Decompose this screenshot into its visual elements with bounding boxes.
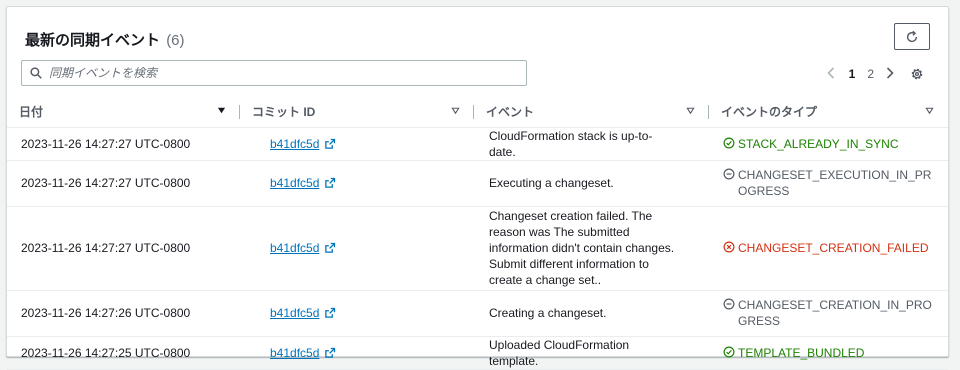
external-link-icon <box>325 307 336 318</box>
column-label-event: イベント <box>486 105 535 120</box>
external-link-icon <box>325 177 336 188</box>
status-text: CHANGESET_CREATION_FAILED <box>738 241 929 255</box>
row-date: 2023-11-26 14:27:27 UTC-0800 <box>7 160 240 207</box>
external-link-icon <box>325 242 336 253</box>
column-header-date[interactable]: 日付 <box>7 97 240 128</box>
column-header-type[interactable]: イベントのタイプ <box>709 97 948 128</box>
commit-link[interactable]: b41dfc5d <box>270 175 336 191</box>
search-icon <box>30 67 42 79</box>
sort-desc-icon[interactable] <box>217 106 226 115</box>
row-date: 2023-11-26 14:27:26 UTC-0800 <box>7 290 240 337</box>
table-header-row: 日付 コミット ID イベント イベントのタイプ <box>7 97 948 128</box>
panel-title: 最新の同期イベント (6) <box>25 29 185 50</box>
status-text: CHANGESET_CREATION_IN_PROGRESS <box>738 298 932 328</box>
table-row: 2023-11-26 14:27:27 UTC-0800 b41dfc5d Chan… <box>7 206 948 291</box>
page-2[interactable]: 2 <box>867 67 874 81</box>
pagination: 1 2 <box>826 64 924 84</box>
row-event-type-cell: CHANGESET_CREATION_IN_PROGRESS <box>709 290 948 337</box>
status-badge: CHANGESET_CREATION_FAILED <box>723 240 932 256</box>
row-event: CloudFormation stack is up-to-date. <box>474 127 709 161</box>
row-date: 2023-11-26 14:27:25 UTC-0800 <box>7 336 240 370</box>
status-badge: CHANGESET_CREATION_IN_PROGRESS <box>723 297 932 329</box>
commit-id: b41dfc5d <box>270 176 320 190</box>
page-1[interactable]: 1 <box>849 67 856 81</box>
panel-header: 最新の同期イベント (6) <box>21 21 934 55</box>
table-row: 2023-11-26 14:27:27 UTC-0800 b41dfc5d Clou… <box>7 127 948 161</box>
commit-id: b41dfc5d <box>270 241 320 255</box>
sync-events-panel: 最新の同期イベント (6) 1 2 <box>6 6 949 370</box>
status-text: CHANGESET_EXECUTION_IN_PROGRESS <box>738 168 932 198</box>
column-label-type: イベントのタイプ <box>721 105 818 120</box>
pending-circle-icon <box>723 168 735 180</box>
column-label-date: 日付 <box>19 105 44 120</box>
check-circle-icon <box>723 137 735 148</box>
row-event: Uploaded CloudFormation template. <box>474 336 709 370</box>
commit-link[interactable]: b41dfc5d <box>270 345 336 361</box>
status-badge: STACK_ALREADY_IN_SYNC <box>723 136 932 152</box>
prev-page-icon[interactable] <box>826 66 835 82</box>
refresh-icon <box>906 30 918 42</box>
commit-id: b41dfc5d <box>270 345 320 360</box>
row-date: 2023-11-26 14:27:27 UTC-0800 <box>7 206 240 291</box>
gear-icon[interactable] <box>910 67 924 81</box>
table-row: 2023-11-26 14:27:26 UTC-0800 b41dfc5d Crea… <box>7 290 948 337</box>
search-input[interactable] <box>49 66 519 80</box>
external-link-icon <box>325 347 336 358</box>
panel-title-text: 最新の同期イベント <box>25 32 161 49</box>
sort-icon[interactable] <box>686 106 695 115</box>
row-event-type-cell: STACK_ALREADY_IN_SYNC <box>709 127 948 161</box>
column-header-commit[interactable]: コミット ID <box>240 97 474 128</box>
row-event-type-cell: CHANGESET_EXECUTION_IN_PROGRESS <box>709 160 948 207</box>
sort-icon[interactable] <box>451 106 460 115</box>
commit-id: b41dfc5d <box>270 306 320 320</box>
row-commit-cell: b41dfc5d <box>240 336 474 370</box>
row-commit-cell: b41dfc5d <box>240 206 474 291</box>
row-event: Creating a changeset. <box>474 290 709 337</box>
status-badge: CHANGESET_EXECUTION_IN_PROGRESS <box>723 167 932 199</box>
table-row: 2023-11-26 14:27:25 UTC-0800 b41dfc5d Uplo… <box>7 336 948 370</box>
row-event: Changeset creation failed. The reason wa… <box>474 206 709 291</box>
commit-link[interactable]: b41dfc5d <box>270 136 336 152</box>
commit-link[interactable]: b41dfc5d <box>270 240 336 256</box>
pending-circle-icon <box>723 298 735 310</box>
event-count: (6) <box>166 32 185 49</box>
row-commit-cell: b41dfc5d <box>240 127 474 161</box>
row-date: 2023-11-26 14:27:27 UTC-0800 <box>7 127 240 161</box>
error-circle-icon <box>723 241 735 253</box>
row-event-type-cell: CHANGESET_CREATION_FAILED <box>709 206 948 291</box>
check-circle-icon <box>723 346 735 357</box>
status-text: TEMPLATE_BUNDLED <box>738 345 865 360</box>
sort-icon[interactable] <box>925 106 934 115</box>
row-commit-cell: b41dfc5d <box>240 290 474 337</box>
next-page-icon[interactable] <box>886 66 894 82</box>
sync-events-table: 日付 コミット ID イベント イベントのタイプ 2023-11-26 14:2… <box>7 97 948 370</box>
row-commit-cell: b41dfc5d <box>240 160 474 207</box>
search-field[interactable] <box>21 60 527 86</box>
refresh-button[interactable] <box>894 23 930 50</box>
column-label-commit: コミット ID <box>252 105 316 120</box>
row-event: Executing a changeset. <box>474 160 709 207</box>
commit-id: b41dfc5d <box>270 136 320 151</box>
status-badge: TEMPLATE_BUNDLED <box>723 345 932 361</box>
status-text: STACK_ALREADY_IN_SYNC <box>738 136 899 151</box>
table-row: 2023-11-26 14:27:27 UTC-0800 b41dfc5d Exec… <box>7 160 948 207</box>
external-link-icon <box>325 138 336 149</box>
column-header-event[interactable]: イベント <box>474 97 709 128</box>
commit-link[interactable]: b41dfc5d <box>270 305 336 321</box>
row-event-type-cell: TEMPLATE_BUNDLED <box>709 336 948 370</box>
table-body: 2023-11-26 14:27:27 UTC-0800 b41dfc5d Clou… <box>7 127 948 370</box>
